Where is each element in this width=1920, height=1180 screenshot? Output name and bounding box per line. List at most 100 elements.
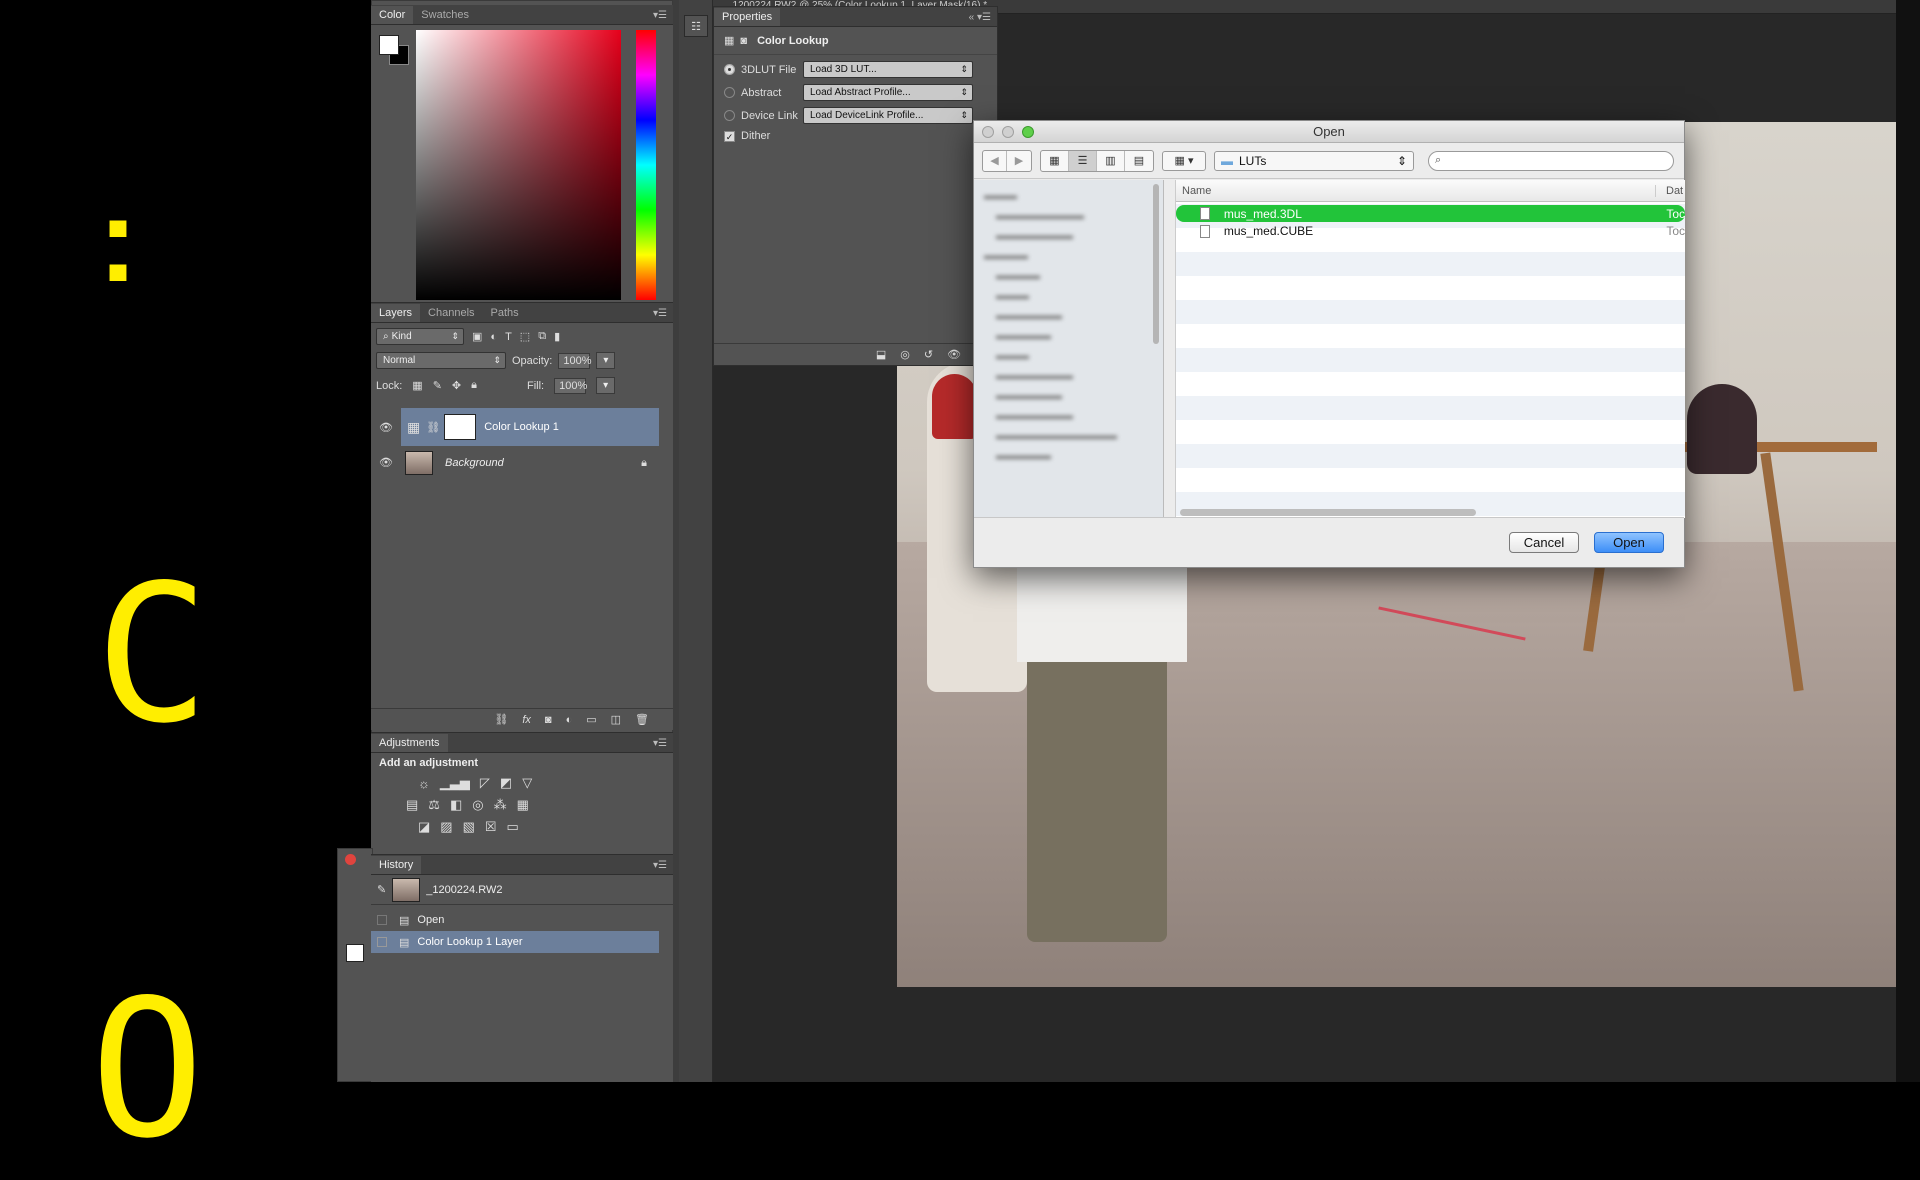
history-brush-icon[interactable]: ✎ — [377, 883, 386, 896]
layer-row-color-lookup[interactable]: ▦ ⛓ Color Lookup 1 — [401, 408, 659, 446]
photo-filter-icon[interactable]: ◎ — [472, 797, 483, 813]
dither-checkbox[interactable]: ✓ — [724, 130, 735, 142]
new-adjustment-layer-icon[interactable]: ◐ — [566, 714, 573, 726]
color-balance-icon[interactable]: ⚖ — [428, 797, 440, 813]
option-device-link-row[interactable]: Device Link Load DeviceLink Profile... — [714, 101, 997, 124]
folder-popup[interactable]: ▬ LUTs ⇕ — [1214, 150, 1414, 171]
lock-image-brush-icon[interactable]: ✎ — [433, 379, 442, 392]
exposure-icon[interactable]: ◩ — [500, 775, 512, 791]
history-checkbox[interactable] — [377, 915, 387, 925]
layer-mask-thumbnail[interactable] — [444, 414, 477, 440]
load-abstract-select[interactable]: Load Abstract Profile... — [803, 84, 973, 101]
tab-channels[interactable]: Channels — [420, 304, 482, 322]
filter-toggle-icon[interactable]: ▮ — [554, 330, 560, 343]
blend-mode-select[interactable]: Normal — [376, 352, 506, 369]
new-layer-icon[interactable]: ◫ — [611, 713, 621, 726]
visibility-eye-icon[interactable]: 👁︎ — [379, 456, 393, 469]
vibrance-icon[interactable]: ▽ — [522, 775, 532, 791]
tab-paths[interactable]: Paths — [483, 304, 527, 322]
opacity-dropdown-button[interactable]: ▾ — [596, 352, 616, 369]
color-saturation-field[interactable] — [416, 30, 621, 300]
history-snapshot-row[interactable]: ✎ _1200224.RW2 — [371, 875, 673, 905]
close-icon[interactable] — [345, 854, 356, 865]
column-header-date[interactable]: Dat — [1656, 185, 1683, 197]
lock-all-icon[interactable]: 🔒︎ — [471, 379, 477, 392]
radio-abstract[interactable] — [724, 87, 735, 98]
column-view-icon[interactable]: ▥ — [1097, 150, 1125, 171]
link-layers-icon[interactable]: ⛓ — [494, 713, 508, 726]
fill-dropdown-button[interactable]: ▾ — [596, 377, 616, 394]
search-input[interactable] — [1445, 154, 1656, 167]
dither-row[interactable]: ✓ Dither — [714, 124, 997, 142]
fx-icon[interactable]: fx — [522, 714, 531, 726]
gradient-map-icon[interactable]: ▭ — [507, 819, 519, 835]
tab-swatches[interactable]: Swatches — [413, 6, 477, 24]
column-header-name[interactable]: Name — [1176, 184, 1656, 197]
selective-color-icon[interactable]: ☒ — [485, 819, 497, 835]
fill-input[interactable]: 100% — [554, 377, 587, 394]
icon-view-icon[interactable]: ▦ — [1041, 150, 1069, 171]
tab-layers[interactable]: Layers — [371, 304, 421, 322]
layer-row-background[interactable]: Background 🔒︎ — [401, 448, 659, 478]
cancel-button[interactable]: Cancel — [1509, 532, 1579, 553]
filter-pixel-icon[interactable]: ▣ — [472, 330, 482, 343]
color-lookup-icon[interactable]: ▦ — [517, 797, 529, 813]
mask-icon[interactable]: ◙ — [740, 35, 747, 47]
zoom-icon[interactable] — [1022, 126, 1034, 138]
minimize-icon[interactable] — [1002, 126, 1014, 138]
foreground-color-swatch[interactable] — [379, 35, 399, 55]
option-abstract-row[interactable]: Abstract Load Abstract Profile... — [714, 78, 997, 101]
load-3dlut-select[interactable]: Load 3D LUT... — [803, 61, 973, 78]
cover-flow-view-icon[interactable]: ▤ — [1125, 151, 1153, 171]
open-button[interactable]: Open — [1594, 532, 1664, 553]
tab-properties[interactable]: Properties — [714, 8, 781, 26]
arrange-menu-button[interactable]: ▦ ▾ — [1162, 150, 1206, 171]
trash-icon[interactable]: 🗑︎ — [635, 713, 649, 726]
sidebar-scrollbar[interactable] — [1153, 184, 1159, 344]
panel-menu-icon[interactable]: ▾☰ — [647, 10, 673, 24]
tab-color[interactable]: Color — [371, 6, 414, 24]
layer-filter-kind[interactable]: ⌕ Kind — [376, 328, 464, 345]
channel-mixer-icon[interactable]: ⁂ — [494, 797, 507, 813]
lock-position-icon[interactable]: ✥ — [452, 379, 461, 392]
history-checkbox[interactable] — [377, 937, 387, 947]
visibility-eye-icon[interactable]: 👁︎ — [379, 421, 393, 434]
new-group-icon[interactable]: ▭ — [586, 713, 596, 726]
color-hue-slider[interactable] — [636, 30, 656, 300]
filter-shape-icon[interactable]: ⬚ — [520, 330, 530, 343]
filter-adjustment-icon[interactable]: ◐ — [490, 331, 497, 343]
forward-arrow-icon[interactable]: ▶ — [1007, 151, 1031, 171]
curves-icon[interactable]: ◸ — [480, 775, 490, 791]
tab-adjustments[interactable]: Adjustments — [371, 734, 448, 752]
close-icon[interactable] — [982, 126, 994, 138]
dialog-sidebar[interactable]: ▬▬▬ ▬▬▬▬▬▬▬▬ ▬▬▬▬▬▬▬ ▬▬▬▬ ▬▬▬▬ ▬▬▬ ▬▬▬▬▬… — [974, 180, 1164, 518]
posterize-icon[interactable]: ▨ — [440, 819, 452, 835]
list-view-icon[interactable]: ☰ — [1069, 150, 1097, 171]
back-arrow-icon[interactable]: ◀ — [983, 150, 1007, 171]
properties-panel-toggle-icon[interactable]: ☷ — [684, 15, 708, 37]
history-item-open[interactable]: ▤ Open — [371, 909, 673, 931]
search-field[interactable]: ⌕ — [1428, 150, 1674, 171]
file-row-cube[interactable]: mus_med.CUBE Toc — [1176, 222, 1685, 240]
add-mask-icon[interactable]: ◙ — [545, 714, 552, 726]
panel-menu-icon[interactable]: ▾☰ — [647, 738, 673, 752]
opacity-input[interactable]: 100% — [558, 352, 592, 369]
radio-3dlut[interactable] — [724, 64, 735, 75]
tab-history[interactable]: History — [371, 856, 422, 874]
black-white-icon[interactable]: ◧ — [450, 797, 462, 813]
brightness-contrast-icon[interactable]: ☼ — [418, 775, 430, 791]
option-3dlut-row[interactable]: 3DLUT File Load 3D LUT... — [714, 55, 997, 78]
clip-to-layer-icon[interactable]: ⬓ — [876, 348, 886, 361]
filter-type-icon[interactable]: T — [505, 331, 512, 343]
load-device-link-select[interactable]: Load DeviceLink Profile... — [803, 107, 973, 124]
visibility-eye-icon[interactable]: 👁︎ — [947, 348, 961, 361]
dialog-titlebar[interactable]: Open — [974, 121, 1684, 143]
panel-menu-icon[interactable]: ▾☰ — [647, 308, 673, 322]
view-previous-state-icon[interactable]: ◎ — [900, 348, 910, 361]
panel-menu-icon[interactable]: ▾☰ — [647, 860, 673, 874]
lock-transparent-icon[interactable]: ▦ — [412, 379, 422, 392]
hue-saturation-icon[interactable]: ▤ — [406, 797, 418, 813]
levels-icon[interactable]: ▁▃▅ — [440, 775, 470, 791]
radio-device-link[interactable] — [724, 110, 735, 121]
history-item-color-lookup-layer[interactable]: ▤ Color Lookup 1 Layer — [371, 931, 659, 953]
